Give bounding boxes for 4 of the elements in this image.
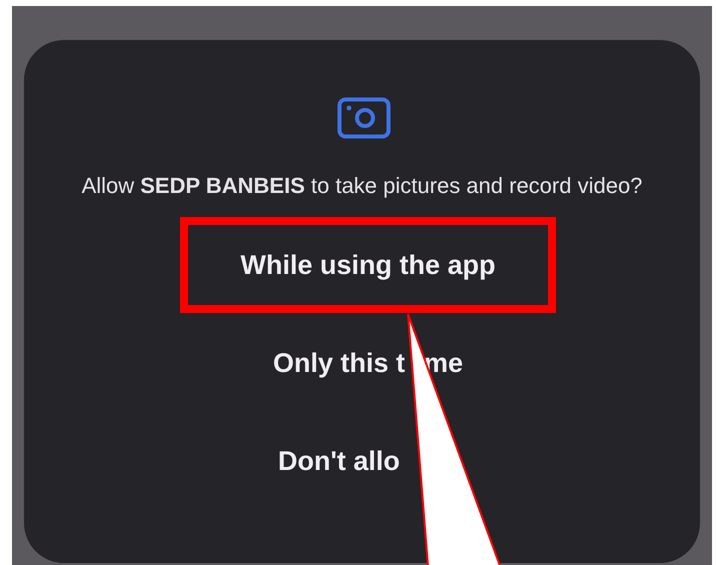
option-button[interactable]: Don't allo <box>180 413 556 509</box>
permission-message: Allow SEDP BANBEIS to take pictures and record video? <box>80 172 644 200</box>
camera-icon <box>337 97 391 139</box>
option-button[interactable]: While using the app <box>180 217 556 313</box>
